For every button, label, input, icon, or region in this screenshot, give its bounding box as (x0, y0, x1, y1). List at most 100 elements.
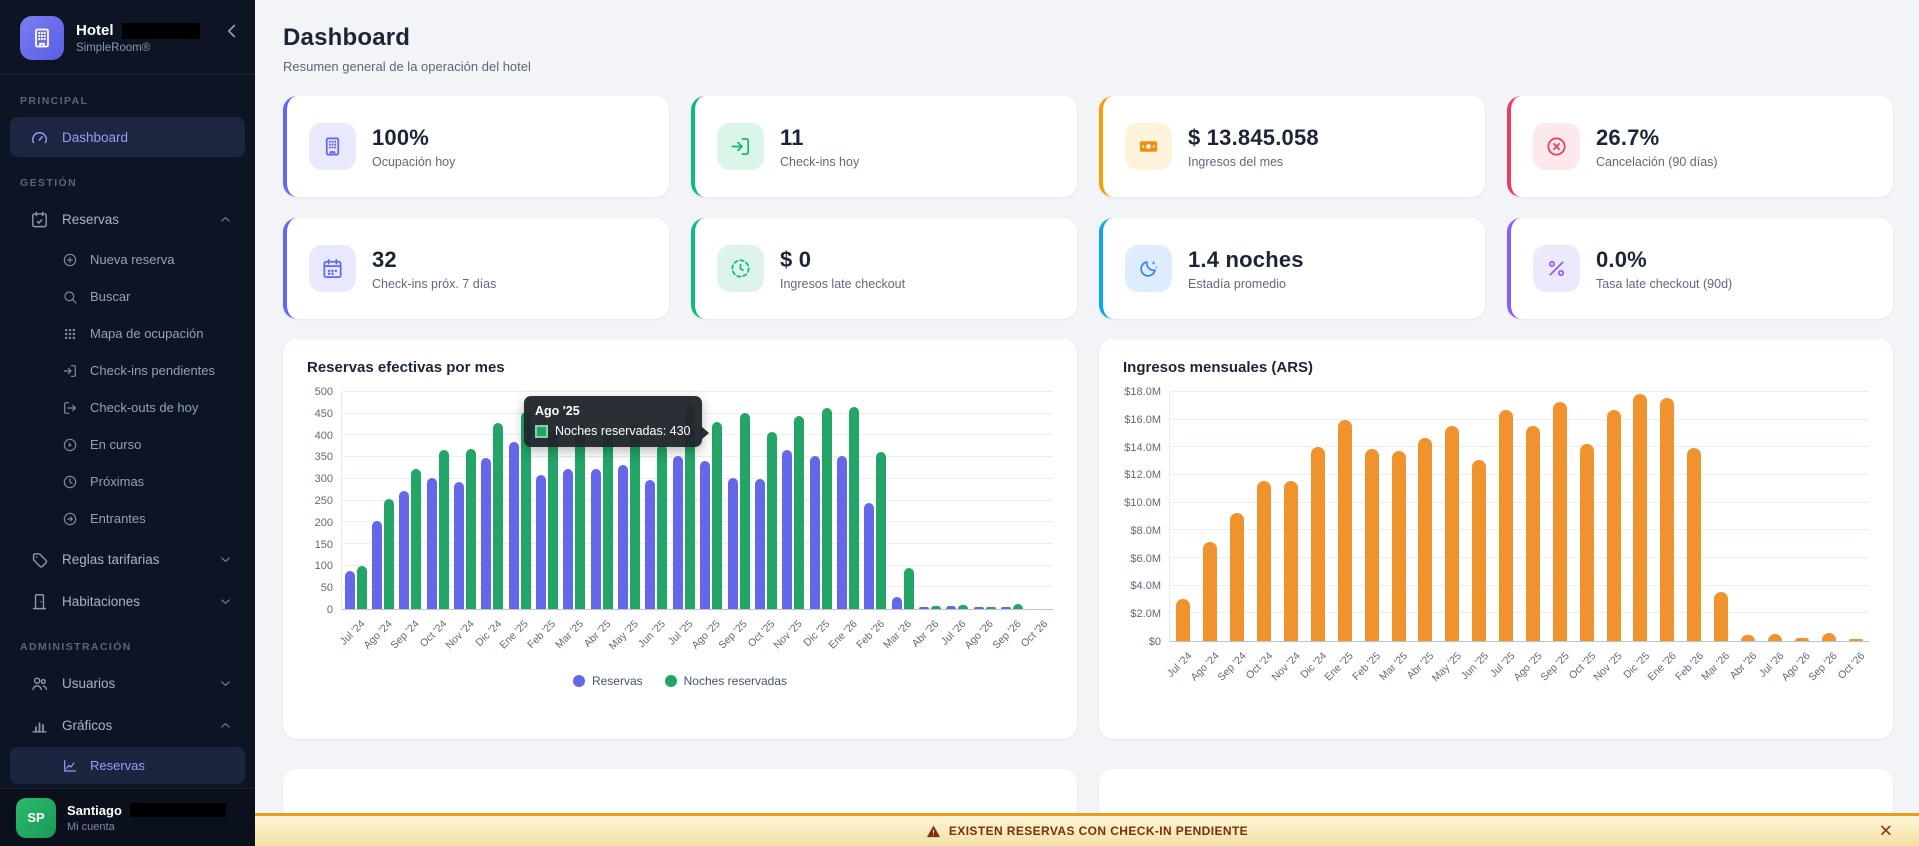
bar-noches-reservadas-2[interactable] (411, 468, 422, 609)
bar-reservas-4[interactable] (454, 482, 465, 609)
bar-reservas-15[interactable] (754, 479, 765, 609)
account-menu[interactable]: SP Santiago Mi cuenta (0, 788, 255, 846)
bar-noches-reservadas-0[interactable] (356, 566, 367, 609)
bar-reservas-6[interactable] (508, 442, 519, 609)
sidebar-subitem-mapa-de-ocupacion[interactable]: Mapa de ocupación (10, 315, 245, 352)
sidebar-subitem-check-outs-de-hoy[interactable]: Check-outs de hoy (10, 389, 245, 426)
bar-reservas-23[interactable] (973, 607, 984, 609)
legend-item[interactable]: Noches reservadas (664, 674, 787, 688)
bar-ingresos-10[interactable] (1445, 425, 1460, 641)
bar-ingresos-11[interactable] (1472, 460, 1487, 641)
bar-noches-reservadas-20[interactable] (903, 568, 914, 609)
bar-noches-reservadas-13[interactable] (712, 421, 723, 609)
bar-noches-reservadas-3[interactable] (438, 449, 449, 609)
bar-noches-reservadas-15[interactable] (766, 432, 777, 609)
sidebar-item-dashboard[interactable]: Dashboard (10, 117, 245, 157)
bar-ingresos-16[interactable] (1606, 410, 1621, 641)
bar-noches-reservadas-22[interactable] (958, 605, 969, 609)
legend-item[interactable]: Reservas (572, 674, 643, 688)
bar-noches-reservadas-14[interactable] (739, 412, 750, 609)
kpi-label: Check-ins hoy (780, 154, 860, 169)
sidebar-item-usuarios[interactable]: Usuarios (10, 663, 245, 703)
sidebar-item-graficos[interactable]: Gráficos (10, 705, 245, 745)
bar-noches-reservadas-23[interactable] (985, 607, 996, 609)
sidebar-subitem-entrantes[interactable]: Entrantes (10, 500, 245, 537)
bar-noches-reservadas-4[interactable] (466, 448, 477, 609)
x-tick-label: Sep '25 (1537, 650, 1572, 684)
bar-ingresos-9[interactable] (1418, 438, 1433, 641)
bar-ingresos-25[interactable] (1848, 639, 1863, 641)
bar-noches-reservadas-8[interactable] (575, 425, 586, 609)
sidebar-item-reglas-tarifarias[interactable]: Reglas tarifarias (10, 539, 245, 579)
bar-ingresos-17[interactable] (1633, 393, 1648, 641)
bar-ingresos-22[interactable] (1767, 634, 1782, 641)
bar-reservas-19[interactable] (864, 503, 875, 609)
bar-reservas-24[interactable] (1000, 607, 1011, 609)
bar-reservas-1[interactable] (372, 521, 383, 609)
bar-reservas-2[interactable] (399, 491, 410, 609)
sidebar-subitem-check-ins-pendientes[interactable]: Check-ins pendientes (10, 352, 245, 389)
sidebar-subitem-proximas[interactable]: Próximas (10, 463, 245, 500)
bar-reservas-7[interactable] (536, 474, 547, 609)
bar-ingresos-6[interactable] (1337, 420, 1352, 641)
bar-ingresos-7[interactable] (1364, 449, 1379, 641)
bar-ingresos-1[interactable] (1203, 542, 1218, 641)
bar-reservas-22[interactable] (946, 606, 957, 609)
bar-noches-reservadas-24[interactable] (1012, 604, 1023, 609)
bar-ingresos-15[interactable] (1579, 443, 1594, 641)
bar-reservas-8[interactable] (563, 468, 574, 609)
sidebar-subitem-nueva-reserva[interactable]: Nueva reserva (10, 241, 245, 278)
sidebar-collapse-button[interactable] (221, 20, 243, 42)
bar-reservas-21[interactable] (918, 607, 929, 609)
bar-reservas-3[interactable] (426, 478, 437, 609)
bar-reservas-18[interactable] (836, 455, 847, 609)
bar-noches-reservadas-11[interactable] (657, 444, 668, 609)
bar-ingresos-2[interactable] (1230, 513, 1245, 641)
bar-reservas-11[interactable] (645, 479, 656, 609)
bar-ingresos-4[interactable] (1283, 481, 1298, 641)
bar-ingresos-21[interactable] (1741, 635, 1756, 641)
bar-reservas-10[interactable] (618, 465, 629, 609)
sidebar-subitem-en-curso[interactable]: En curso (10, 426, 245, 463)
bar-ingresos-24[interactable] (1821, 633, 1836, 641)
bar-noches-reservadas-21[interactable] (930, 605, 941, 609)
bar-reservas-13[interactable] (700, 460, 711, 609)
bar-reservas-20[interactable] (891, 597, 902, 609)
bar-ingresos-12[interactable] (1499, 410, 1514, 641)
bar-noches-reservadas-9[interactable] (602, 429, 613, 609)
bar-reservas-14[interactable] (727, 478, 738, 609)
sidebar-subitem-buscar[interactable]: Buscar (10, 278, 245, 315)
bar-noches-reservadas-18[interactable] (848, 407, 859, 609)
bar-ingresos-23[interactable] (1794, 637, 1809, 641)
bar-noches-reservadas-10[interactable] (630, 423, 641, 609)
bar-noches-reservadas-1[interactable] (384, 498, 395, 609)
legend-swatch (664, 675, 677, 687)
kpi-card-check-ins-prox-7-dias: 32 Check-ins próx. 7 días (283, 218, 669, 319)
sidebar-item-reservas[interactable]: Reservas (10, 199, 245, 239)
bar-reservas-17[interactable] (809, 455, 820, 609)
bar-noches-reservadas-17[interactable] (821, 407, 832, 609)
bar-reservas-16[interactable] (782, 449, 793, 609)
bar-ingresos-14[interactable] (1552, 402, 1567, 641)
tooltip-title: Ago '25 (535, 404, 580, 418)
bar-ingresos-3[interactable] (1257, 481, 1272, 641)
bar-reservas-0[interactable] (344, 571, 355, 609)
bar-noches-reservadas-5[interactable] (493, 422, 504, 609)
bar-ingresos-18[interactable] (1660, 397, 1675, 641)
bar-ingresos-13[interactable] (1525, 425, 1540, 641)
bar-ingresos-8[interactable] (1391, 450, 1406, 641)
bar-noches-reservadas-7[interactable] (548, 431, 559, 609)
sidebar-subitem-graficos-reservas[interactable]: Reservas (10, 747, 245, 784)
y-tick-label: 350 (314, 451, 333, 464)
bar-ingresos-5[interactable] (1310, 446, 1325, 641)
bar-ingresos-19[interactable] (1687, 447, 1702, 641)
bar-reservas-5[interactable] (481, 458, 492, 609)
bar-noches-reservadas-19[interactable] (876, 452, 887, 609)
bar-ingresos-0[interactable] (1176, 599, 1191, 641)
bar-reservas-12[interactable] (672, 455, 683, 609)
bar-noches-reservadas-16[interactable] (794, 415, 805, 609)
sidebar-item-habitaciones[interactable]: Habitaciones (10, 581, 245, 621)
bar-reservas-9[interactable] (590, 468, 601, 609)
banner-close-button[interactable]: ✕ (1879, 823, 1893, 840)
bar-ingresos-20[interactable] (1714, 592, 1729, 641)
